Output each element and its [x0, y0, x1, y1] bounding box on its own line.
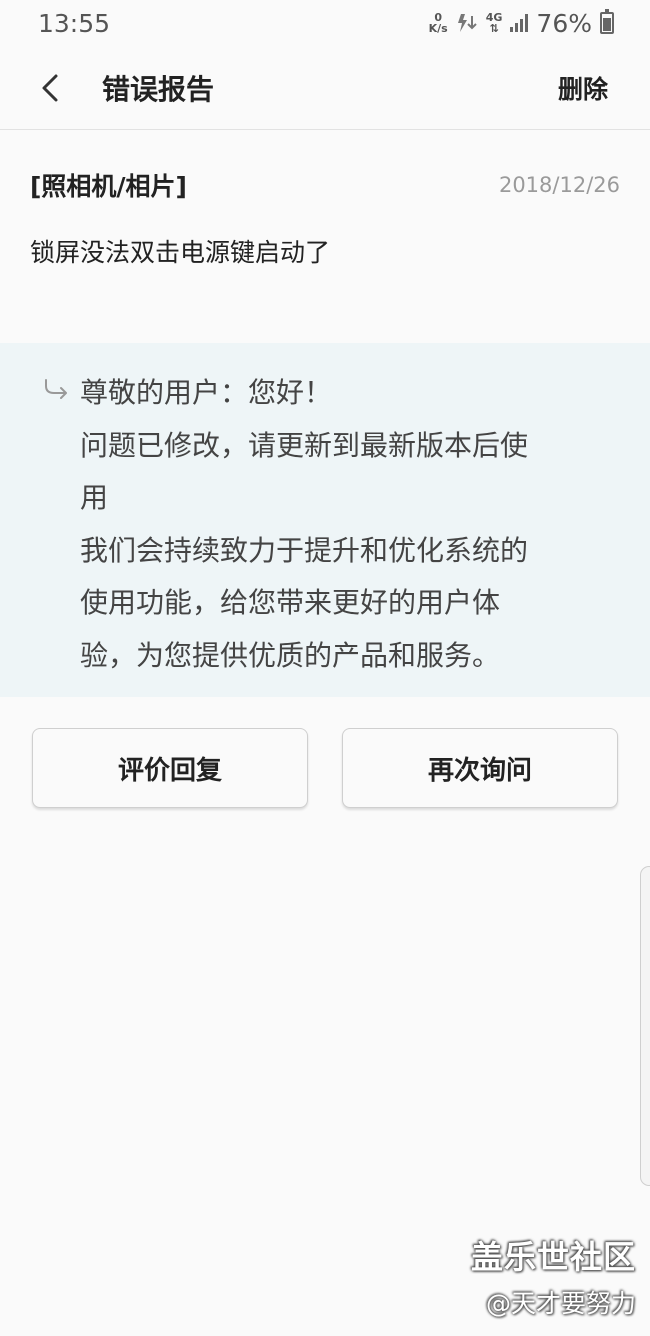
delete-button[interactable]: 删除 — [558, 70, 608, 106]
battery-percent: 76% — [536, 8, 592, 38]
net-speed-unit: K/s — [428, 22, 448, 35]
reply-line: 验，为您提供优质的产品和服务。 — [80, 638, 501, 672]
ask-again-button[interactable]: 再次询问 — [342, 728, 618, 808]
status-icons: 0 K/s 4G ⇅ 76% — [429, 9, 614, 38]
reply-section: 尊敬的用户：您好！ 问题已修改，请更新到最新版本后使 用 我们会持续致力于提升和… — [0, 343, 650, 697]
scroll-handle[interactable] — [640, 866, 650, 1186]
network-type-indicator: 4G ⇅ — [486, 12, 503, 34]
net-speed-indicator: 0 K/s — [429, 12, 448, 34]
reply-line: 问题已修改，请更新到最新版本后使 — [80, 428, 529, 462]
signal-icon — [510, 14, 529, 32]
reply-line: 使用功能，给您带来更好的用户体 — [80, 586, 501, 619]
back-button[interactable] — [0, 46, 100, 130]
report-body: 锁屏没法双击电源键启动了 — [30, 238, 331, 267]
watermark-author: @天才要努力 — [485, 1289, 636, 1318]
battery-icon — [600, 9, 614, 34]
watermark-title: 盖乐世社区 — [470, 1238, 636, 1276]
rate-reply-button[interactable]: 评价回复 — [32, 728, 308, 808]
reply-arrow-icon — [45, 379, 67, 399]
page-title: 错误报告 — [102, 72, 215, 106]
app-header: 错误报告 删除 — [0, 46, 650, 130]
reply-message: 尊敬的用户：您好！ 问题已修改，请更新到最新版本后使 用 我们会持续致力于提升和… — [80, 367, 608, 682]
status-time: 13:55 — [38, 8, 111, 38]
reply-line: 用 — [80, 481, 109, 514]
report-date: 2018/12/26 — [498, 173, 620, 197]
status-bar: 13:55 0 K/s 4G ⇅ 76% — [0, 0, 650, 46]
report-section: [照相机/相片] 2018/12/26 锁屏没法双击电源键启动了 — [0, 131, 650, 342]
data-transfer-icon — [457, 14, 477, 32]
reply-line: 尊敬的用户：您好！ — [80, 376, 333, 409]
screen: 13:55 0 K/s 4G ⇅ 76% 错误报告 删除 [照相机/相片] 20… — [0, 0, 650, 1336]
chevron-left-icon — [42, 74, 58, 101]
watermark: 盖乐世社区 @天才要努力 — [471, 1232, 636, 1320]
report-category: [照相机/相片] — [30, 172, 187, 201]
data-arrows-icon: ⇅ — [489, 22, 499, 35]
reply-line: 我们会持续致力于提升和优化系统的 — [80, 533, 529, 567]
